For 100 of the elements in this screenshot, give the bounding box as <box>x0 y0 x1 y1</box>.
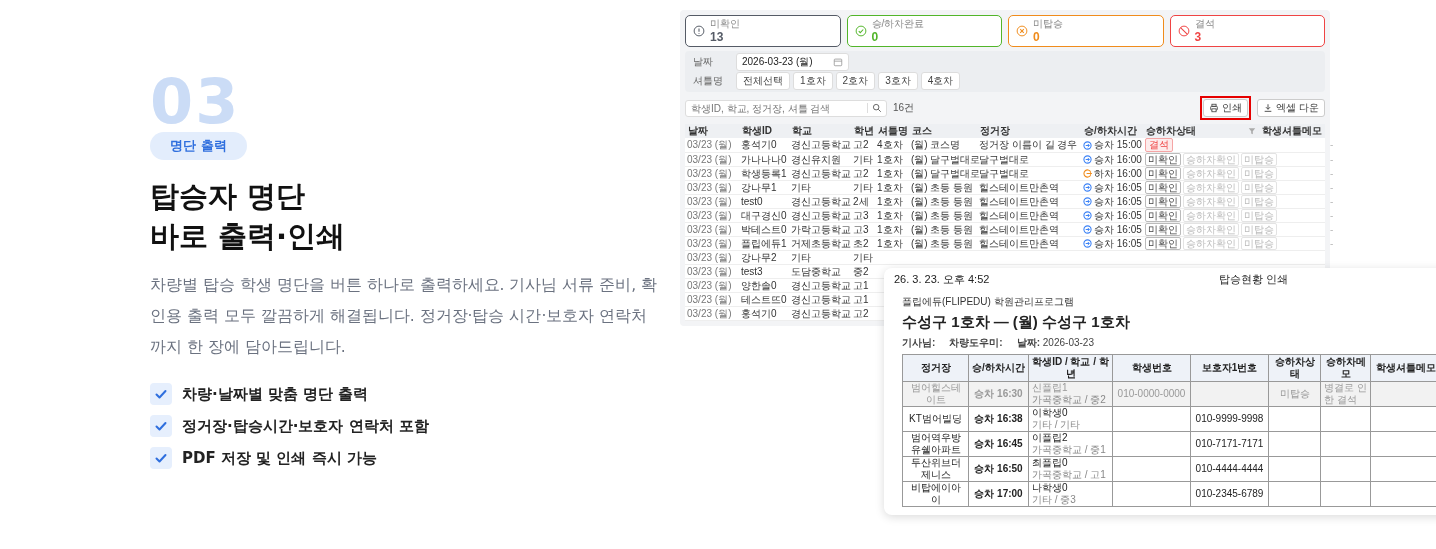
table-cell: 03/23 (월) <box>685 278 739 293</box>
arrow-in-icon <box>1083 197 1092 206</box>
column-header: 승/하차시간 <box>968 354 1029 382</box>
table-cell: 양한솔0 <box>739 278 789 293</box>
table-cell: 범어역우방유쉘아파트 <box>902 431 969 457</box>
table-cell: 03/23 (월) <box>685 250 739 265</box>
section-badge: 명단 출력 <box>150 132 247 160</box>
table-cell: 승차 16:38 <box>968 406 1029 432</box>
table-cell: 중2 <box>851 264 875 279</box>
arrow-in-icon <box>1083 239 1092 248</box>
info-label: 차량도우미: <box>949 336 1003 350</box>
table-cell: 1호차 <box>875 152 909 167</box>
arrow-in-icon <box>1083 155 1092 164</box>
table-cell: 박테스트0 <box>739 222 789 237</box>
table-cell: test3 <box>739 264 789 279</box>
status-button[interactable]: 미확인 <box>1145 167 1181 180</box>
date-field[interactable]: 2026-03-23 (월) <box>736 53 849 71</box>
column-header: 학교 <box>789 124 851 138</box>
status-button[interactable]: 미확인 <box>1145 237 1181 250</box>
student-name: 신플립1 <box>1032 382 1069 394</box>
document-title: 수성구 1호차 — (월) 수성구 1호차 <box>902 313 1131 332</box>
table-cell: 010-9999-9998 <box>1190 406 1269 432</box>
table-cell: 힐스테이트만촌역 <box>977 236 1081 251</box>
status-button[interactable]: 미확인 <box>1145 209 1181 222</box>
shuttle-button[interactable]: 4호차 <box>920 72 961 90</box>
table-cell: (월) 초등 등원 <box>909 180 977 195</box>
print-timestamp: 26. 3. 23. 오후 4:52 <box>894 272 990 287</box>
table-cell: 초2 <box>851 236 875 251</box>
student-school: 가곡중학교 / 중2 <box>1032 394 1107 406</box>
status-button[interactable]: 미확인 <box>1145 195 1181 208</box>
student-school: 기타 / 기타 <box>1032 419 1082 431</box>
student-school: 기타 / 중3 <box>1032 494 1077 506</box>
arrow-in-icon <box>1083 140 1092 150</box>
calendar-icon <box>832 57 843 67</box>
column-header: 학생셔틀메모 <box>1259 124 1325 138</box>
print-button[interactable]: 인쇄 <box>1203 99 1249 117</box>
table-cell: 03/23 (월) <box>685 306 739 321</box>
table-cell: (월) 달구벌대로 <box>909 166 977 181</box>
search-field[interactable]: 학생ID, 학교, 정거장, 셔틀 검색 <box>685 99 887 117</box>
time-text: 승차 16:05 <box>1094 237 1142 250</box>
table-cell: KT범어빌딩 <box>902 406 969 432</box>
time-text: 승차 16:00 <box>1094 153 1142 166</box>
table-cell: 홍석기0 <box>739 138 789 153</box>
table-cell: 03/23 (월) <box>685 208 739 223</box>
table-cell: 기타 <box>851 152 875 167</box>
filter-label: 날짜 <box>693 55 714 69</box>
column-header: 학생ID <box>739 124 789 138</box>
table-cell: 힐스테이트만촌역 <box>977 208 1081 223</box>
table-cell: 03/23 (월) <box>685 222 739 237</box>
table-cell: 고3 <box>851 208 875 223</box>
filter-label: 셔틀명 <box>693 74 724 88</box>
stat-label: 결석 <box>1194 18 1215 30</box>
table-cell: 03/23 (월) <box>685 194 739 209</box>
table-cell: (월) 초등 등원 <box>909 236 977 251</box>
arrow-in-icon <box>1083 211 1092 220</box>
table-cell: 기타 <box>851 250 875 265</box>
shuttle-button[interactable]: 2호차 <box>835 72 876 90</box>
table-cell: 경신고등학교 <box>789 138 851 153</box>
time-text: 승차 16:05 <box>1094 209 1142 222</box>
table-cell: 두산위브더제니스 <box>902 456 969 482</box>
time-text: 승차 16:05 <box>1094 223 1142 236</box>
table-cell: 대구경신0 <box>739 208 789 223</box>
excel-download-button[interactable]: 엑셀 다운 <box>1257 99 1325 117</box>
table-cell: 03/23 (월) <box>685 236 739 251</box>
table-cell: 고2 <box>851 166 875 181</box>
check-icon <box>150 383 172 405</box>
table-cell: 경신고등학교 <box>789 194 851 209</box>
memo-text: - <box>1330 167 1334 180</box>
memo-text: - <box>1330 195 1334 208</box>
table-cell: (월) 달구벌대로 <box>909 152 977 167</box>
shuttle-button[interactable]: 3호차 <box>878 72 918 90</box>
table-cell: 010-2345-6789 <box>1190 481 1269 507</box>
brand-text: 플립에듀(FLIPEDU) 학원관리프로그램 <box>902 295 1075 309</box>
table-cell: 기타 <box>789 180 851 195</box>
shuttle-button[interactable]: 전체선택 <box>736 72 790 90</box>
table-cell: 03/23 (월) <box>685 180 739 195</box>
check-icon <box>150 415 172 437</box>
column-header: 정거장 <box>977 124 1081 138</box>
column-header: 학생ID / 학교 / 학년 <box>1028 354 1113 382</box>
table-cell: 정거장 이름이 길 경우 <box>977 138 1081 153</box>
shuttle-button[interactable]: 1호차 <box>793 72 833 90</box>
table-cell: 가락고등학교 <box>789 222 851 237</box>
column-header: 정거장 <box>902 354 969 382</box>
table-cell: 경신고등학교 <box>789 292 851 307</box>
table-cell: 고2 <box>851 306 875 321</box>
table-cell: 경신고등학교 <box>789 306 851 321</box>
status-button[interactable]: 미확인 <box>1145 153 1181 166</box>
table-cell: 03/23 (월) <box>685 264 739 279</box>
status-button[interactable]: 미확인 <box>1145 181 1181 194</box>
headline: 바로 출력·인쇄 <box>150 218 346 255</box>
table-cell: (월) 초등 등원 <box>909 222 977 237</box>
student-name: 최플립0 <box>1032 457 1069 469</box>
time-text: 승차 16:05 <box>1094 181 1142 194</box>
column-header: 날짜 <box>685 124 739 138</box>
memo-text: - <box>1330 153 1334 166</box>
table-cell: 기타 <box>851 180 875 195</box>
table-cell: 03/23 (월) <box>685 138 739 153</box>
status-button[interactable]: 미확인 <box>1145 223 1181 236</box>
ban-icon <box>1177 25 1190 37</box>
table-cell: 고2 <box>851 138 875 153</box>
